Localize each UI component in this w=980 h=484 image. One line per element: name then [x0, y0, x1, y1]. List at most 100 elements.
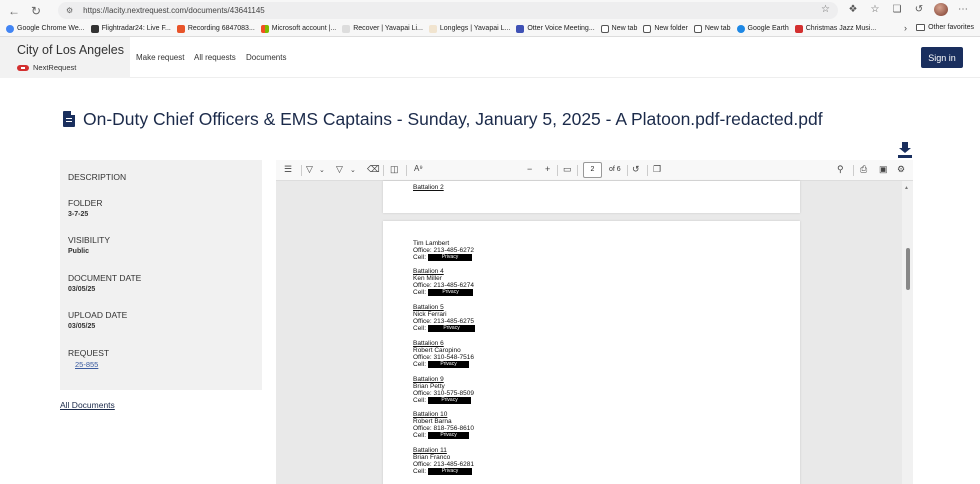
- read-aloud-icon[interactable]: A⁹: [414, 164, 423, 173]
- bookmark-favicon-icon: [342, 24, 351, 33]
- folder-label: FOLDER: [68, 198, 103, 208]
- pdf-toolbar: ☰ ▽ ⌄ ▽ ⌄ ⌫ ◫ A⁹ − + ▭ 2 of 6 ↺ ❐ ⚲ ⎙ ▣ …: [276, 160, 913, 181]
- office-phone: Office: 213-485-6272: [413, 247, 474, 254]
- cell-label: Cell:: [413, 254, 427, 261]
- nav-make-request[interactable]: Make request: [136, 53, 184, 62]
- bookmark-item[interactable]: Recording 6847083...: [176, 24, 255, 33]
- bookmark-item[interactable]: Longlegs | Yavapai L...: [428, 24, 510, 33]
- address-bar[interactable]: ⚙ https://lacity.nextrequest.com/documen…: [58, 2, 838, 19]
- favorites-icon[interactable]: ☆: [868, 4, 882, 15]
- bookmarks-overflow-chevron-icon[interactable]: ›: [904, 23, 907, 33]
- city-name: City of Los Angeles: [17, 43, 125, 57]
- profile-avatar[interactable]: [934, 3, 948, 16]
- scroll-up-arrow-icon[interactable]: ▲: [904, 185, 909, 191]
- entry-block: Battalion 11 Brian Franco Office: 213-48…: [413, 447, 474, 475]
- page-view-icon[interactable]: ◫: [390, 164, 399, 175]
- nav-all-requests[interactable]: All requests: [194, 53, 236, 62]
- entry-block: Battalion 9 Brian Petty Office: 310-575-…: [413, 376, 474, 404]
- star-icon[interactable]: ☆: [821, 4, 830, 15]
- bookmark-item[interactable]: Microsoft account |...: [260, 24, 336, 33]
- bookmark-item[interactable]: Recover | Yavapai Li...: [342, 24, 423, 33]
- youtube-icon: [794, 24, 803, 33]
- nextrequest-logo-icon: [17, 64, 29, 71]
- all-documents-link[interactable]: All Documents: [60, 400, 115, 410]
- bookmark-item[interactable]: New tab: [693, 24, 731, 33]
- visibility-value: Public: [68, 248, 90, 255]
- bookmark-item[interactable]: New tab: [600, 24, 637, 33]
- zoom-in-icon[interactable]: +: [545, 164, 550, 174]
- zoom-out-icon[interactable]: −: [527, 164, 532, 174]
- brand-home-link[interactable]: City of Los Angeles NextRequest: [0, 37, 130, 78]
- browser-toolbar-icons: ❖ ☆ ❏ ↺ ⋯: [846, 3, 970, 16]
- search-icon[interactable]: ⚲: [837, 164, 844, 175]
- redaction-box: Privacy: [428, 289, 474, 296]
- bookmark-item[interactable]: New folder: [643, 24, 688, 33]
- reload-icon[interactable]: ↻: [28, 3, 44, 19]
- folder-value: 3-7-25: [68, 211, 89, 218]
- site-info-icon[interactable]: ⚙: [66, 6, 73, 15]
- page-total: of 6: [609, 166, 621, 173]
- battalion-label: Battalion 5: [413, 304, 444, 311]
- fit-page-icon[interactable]: ▭: [563, 164, 572, 175]
- office-phone: Office: 310-548-7516: [413, 354, 474, 361]
- cell-label: Cell:: [413, 289, 427, 296]
- other-favorites[interactable]: Other favorites: [916, 24, 974, 31]
- bookmark-item[interactable]: Google Chrome We...: [6, 24, 85, 33]
- battalion-label: Battalion 6: [413, 340, 444, 347]
- history-icon[interactable]: ↺: [912, 4, 926, 15]
- bookmark-favicon-icon: [176, 24, 185, 33]
- battalion-label: Battalion 11: [413, 447, 447, 454]
- scrollbar-thumb[interactable]: [906, 248, 910, 290]
- rotate-icon[interactable]: ↺: [632, 164, 640, 175]
- visibility-label: VISIBILITY: [68, 235, 111, 245]
- battalion-label: Battalion 4: [413, 268, 444, 275]
- google-earth-icon: [736, 24, 745, 33]
- cell-label: Cell:: [413, 397, 427, 404]
- battalion-label: Battalion 2: [413, 184, 444, 191]
- tab-icon: [600, 24, 609, 33]
- bookmark-favicon-icon: [6, 24, 14, 33]
- more-menu-icon[interactable]: ⋯: [956, 4, 970, 15]
- nextrequest-logo: NextRequest: [17, 63, 76, 72]
- redaction-box: Privacy: [428, 254, 473, 261]
- print-icon[interactable]: ⎙: [860, 164, 867, 175]
- back-arrow-icon[interactable]: ←: [6, 3, 22, 19]
- highlight-icon[interactable]: ▽: [306, 164, 313, 175]
- entry-block: Tim Lambert Office: 213-485-6272 Cell: Pr…: [413, 240, 474, 261]
- entry-block: Battalion 10 Robert Barna Office: 818-75…: [413, 411, 474, 439]
- upload-date-label: UPLOAD DATE: [68, 310, 128, 320]
- settings-icon[interactable]: ⚙: [897, 164, 905, 175]
- save-icon[interactable]: ▣: [879, 164, 888, 175]
- eraser-icon[interactable]: ⌫: [367, 164, 380, 175]
- tab-icon: [693, 24, 702, 33]
- bookmark-item[interactable]: Otter Voice Meeting...: [516, 24, 595, 33]
- entry-block: Battalion 4 Ken Miller Office: 213-485-6…: [413, 268, 474, 296]
- app-header: City of Los Angeles NextRequest Make req…: [0, 37, 980, 78]
- page-number-input[interactable]: 2: [583, 162, 602, 178]
- officer-name: Robert Caropino: [413, 347, 461, 354]
- page-layout-icon[interactable]: ❐: [653, 164, 661, 175]
- request-link[interactable]: 25-855: [75, 360, 98, 369]
- contents-icon[interactable]: ☰: [284, 164, 292, 175]
- bookmark-item[interactable]: Christmas Jazz Musi...: [794, 24, 876, 33]
- draw-dropdown-chevron-icon[interactable]: ⌄: [350, 166, 356, 174]
- nav-documents[interactable]: Documents: [246, 53, 286, 62]
- bookmark-item[interactable]: Flightradar24: Live F...: [90, 24, 171, 33]
- officer-name: Brian Petty: [413, 383, 445, 390]
- cell-label: Cell:: [413, 325, 427, 332]
- collections-icon[interactable]: ❏: [890, 4, 904, 15]
- folder-icon: [643, 24, 652, 33]
- folder-icon: [916, 24, 926, 31]
- sign-in-button[interactable]: Sign in: [921, 47, 963, 68]
- pdf-scrollbar[interactable]: ▲: [902, 181, 913, 484]
- document-details-panel: DESCRIPTION FOLDER 3-7-25 VISIBILITY Pub…: [60, 160, 262, 390]
- extensions-icon[interactable]: ❖: [846, 4, 860, 15]
- redaction-box: Privacy: [428, 397, 472, 404]
- page-title: On-Duty Chief Officers & EMS Captains - …: [83, 109, 823, 129]
- bookmark-item[interactable]: Google Earth: [736, 24, 789, 33]
- highlight-dropdown-chevron-icon[interactable]: ⌄: [319, 166, 325, 174]
- description-label: DESCRIPTION: [68, 172, 127, 182]
- draw-icon[interactable]: ▽: [336, 164, 343, 175]
- download-icon[interactable]: [898, 142, 912, 158]
- document-date-label: DOCUMENT DATE: [68, 273, 142, 283]
